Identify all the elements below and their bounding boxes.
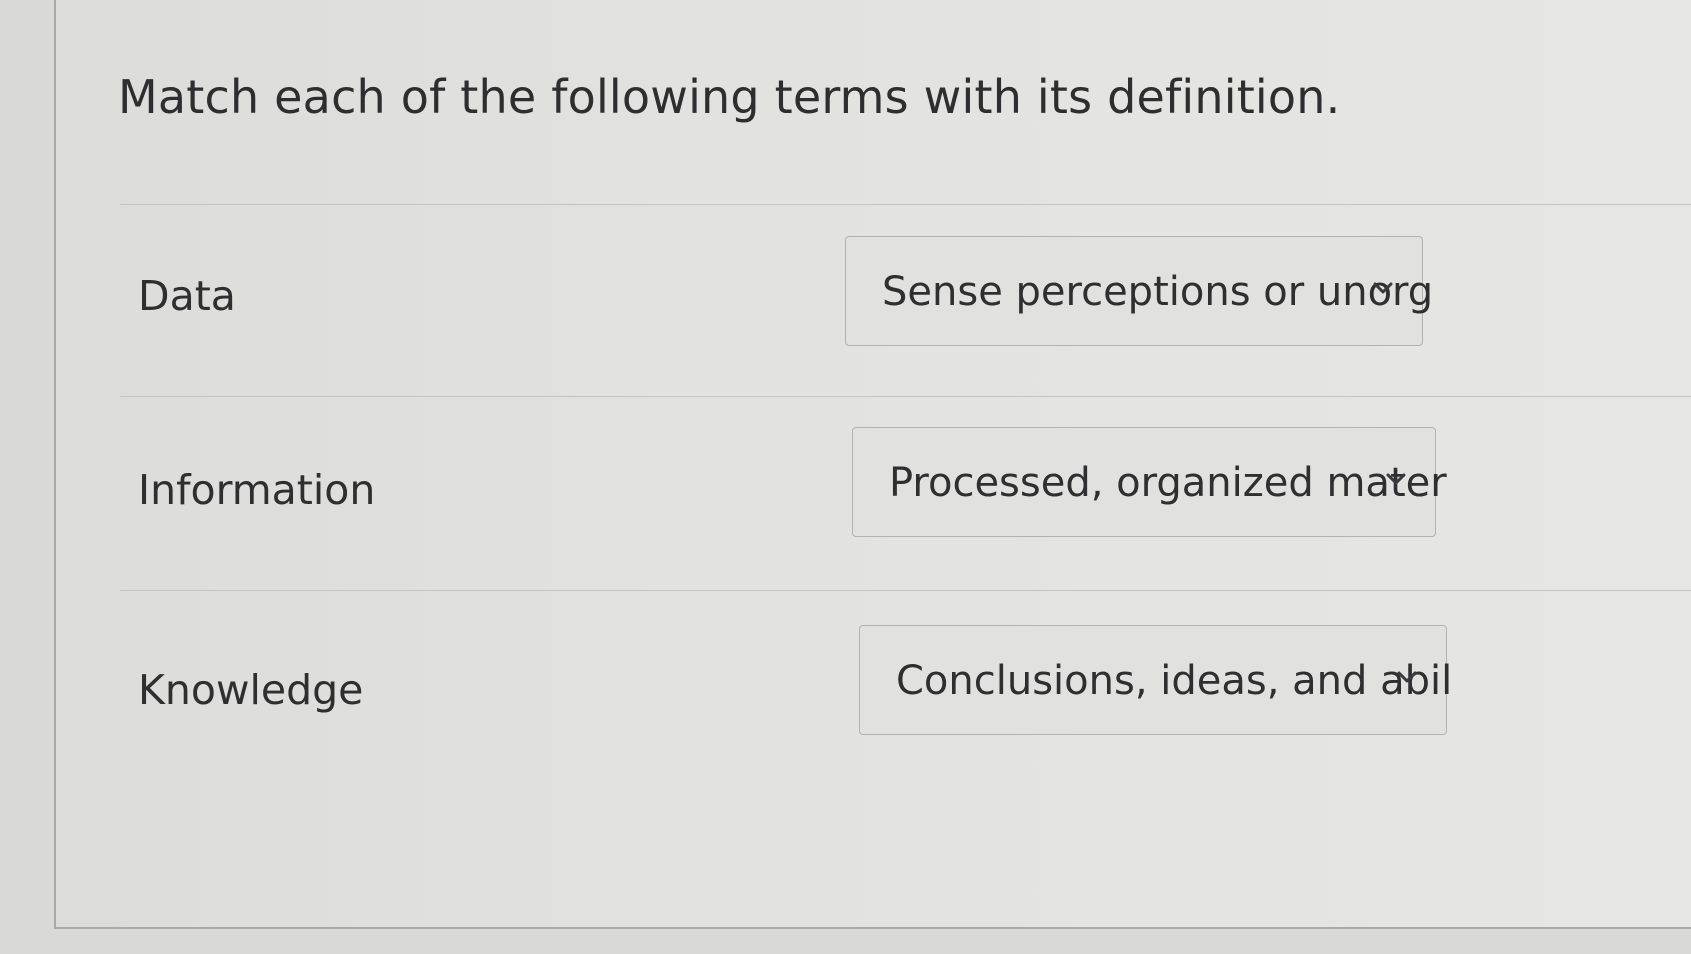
definition-select-data[interactable]: Sense perceptions or unorg bbox=[845, 236, 1433, 346]
select-value: Sense perceptions or unorg bbox=[882, 269, 1434, 315]
divider bbox=[120, 590, 1691, 591]
chevron-down-icon bbox=[1386, 473, 1406, 485]
select-value: Processed, organized mater bbox=[889, 460, 1447, 506]
chevron-down-icon bbox=[1373, 282, 1393, 294]
select-value: Conclusions, ideas, and abil bbox=[896, 658, 1453, 704]
question-panel: Match each of the following terms with i… bbox=[54, 0, 1691, 929]
chevron-down-icon bbox=[1397, 671, 1417, 683]
divider bbox=[120, 204, 1691, 205]
question-prompt: Match each of the following terms with i… bbox=[118, 70, 1341, 124]
definition-select-knowledge[interactable]: Conclusions, ideas, and abil bbox=[859, 625, 1452, 735]
term-data: Data bbox=[138, 272, 236, 320]
definition-select-information[interactable]: Processed, organized mater bbox=[852, 427, 1447, 537]
term-knowledge: Knowledge bbox=[138, 666, 364, 714]
divider bbox=[120, 396, 1691, 397]
term-information: Information bbox=[138, 466, 376, 514]
